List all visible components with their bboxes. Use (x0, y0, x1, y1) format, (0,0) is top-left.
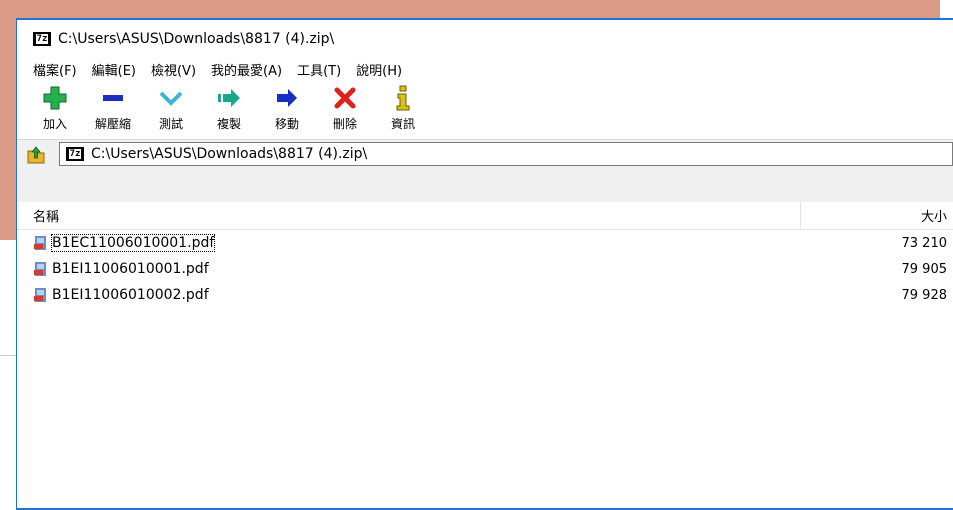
list-item[interactable]: B1EI11006010001.pdf 79 905 (17, 256, 953, 282)
background-divider (0, 355, 16, 356)
add-label: 加入 (42, 117, 67, 131)
file-size: 79 905 (901, 261, 948, 277)
info-icon (389, 84, 417, 112)
menu-edit[interactable]: 編輯(E) (92, 60, 136, 79)
check-chevron-icon (157, 84, 185, 112)
title-bar[interactable]: 7z C:\Users\ASUS\Downloads\8817 (4).zip\ (17, 20, 953, 57)
file-name: B1EC11006010001.pdf (50, 234, 216, 252)
copy-label: 複製 (216, 117, 241, 131)
menu-bar: 檔案(F) 編輯(E) 檢視(V) 我的最愛(A) 工具(T) 說明(H) (17, 57, 953, 81)
list-header: 名稱 大小 (17, 202, 953, 230)
pdf-file-icon (33, 235, 49, 251)
sevenzip-app-icon: 7z (33, 31, 51, 46)
copy-button[interactable]: 複製 (207, 84, 251, 132)
menu-file[interactable]: 檔案(F) (33, 60, 77, 79)
move-arrow-icon (273, 84, 301, 112)
add-button[interactable]: 加入 (33, 84, 77, 132)
info-button[interactable]: 資訊 (381, 84, 425, 132)
file-size: 79 928 (901, 287, 948, 303)
info-label: 資訊 (390, 117, 415, 131)
test-label: 測試 (158, 117, 183, 131)
menu-view[interactable]: 檢視(V) (151, 60, 196, 79)
extract-label: 解壓縮 (94, 117, 131, 131)
file-list: 名稱 大小 B1EC11006010001.pdf 73 210 B1EI110… (17, 202, 953, 508)
delete-label: 刪除 (332, 117, 357, 131)
path-field[interactable]: 7z C:\Users\ASUS\Downloads\8817 (4).zip\ (59, 142, 953, 166)
file-name: B1EI11006010002.pdf (52, 287, 209, 303)
pdf-file-icon (33, 261, 49, 277)
menu-tools[interactable]: 工具(T) (297, 60, 341, 79)
move-label: 移動 (274, 117, 299, 131)
sevenzip-window: 7z C:\Users\ASUS\Downloads\8817 (4).zip\… (16, 18, 953, 510)
folder-up-icon[interactable] (25, 143, 47, 165)
list-item[interactable]: B1EC11006010001.pdf 73 210 (17, 230, 953, 256)
sevenzip-path-icon: 7z (66, 147, 84, 161)
column-header-size[interactable]: 大小 (801, 206, 953, 225)
list-item[interactable]: B1EI11006010002.pdf 79 928 (17, 282, 953, 308)
window-title: C:\Users\ASUS\Downloads\8817 (4).zip\ (58, 30, 335, 47)
delete-x-icon (331, 84, 359, 112)
delete-button[interactable]: 刪除 (323, 84, 367, 132)
file-name: B1EI11006010001.pdf (52, 261, 209, 277)
address-bar: 7z C:\Users\ASUS\Downloads\8817 (4).zip\ (17, 139, 953, 168)
extract-button[interactable]: 解壓縮 (91, 84, 135, 132)
pdf-file-icon (33, 287, 49, 303)
test-button[interactable]: 測試 (149, 84, 193, 132)
menu-favorites[interactable]: 我的最愛(A) (211, 60, 282, 79)
plus-icon (41, 84, 69, 112)
toolbar: 加入 解壓縮 測試 複製 移動 刪除 資訊 (17, 81, 953, 139)
move-button[interactable]: 移動 (265, 84, 309, 132)
path-text: C:\Users\ASUS\Downloads\8817 (4).zip\ (91, 146, 368, 162)
menu-help[interactable]: 說明(H) (356, 60, 402, 79)
file-size: 73 210 (901, 235, 948, 251)
minus-icon (99, 84, 127, 112)
column-header-name[interactable]: 名稱 (17, 202, 801, 229)
copy-arrow-icon (215, 84, 243, 112)
